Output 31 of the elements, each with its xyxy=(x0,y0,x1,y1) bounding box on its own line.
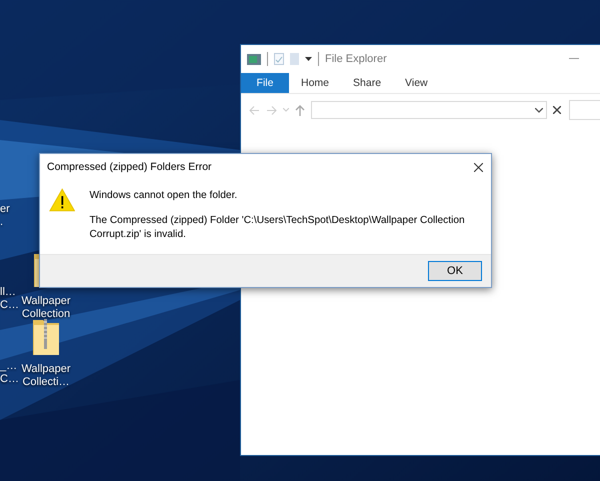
close-icon[interactable] xyxy=(553,106,561,114)
back-arrow-icon[interactable] xyxy=(249,106,260,114)
ribbon-tab[interactable]: File xyxy=(241,73,289,93)
search-field[interactable] xyxy=(569,100,600,120)
icon-label[interactable]: C… xyxy=(0,299,19,312)
icon-label[interactable]: er xyxy=(0,203,10,216)
error-detail: The Compressed (zipped) Folder 'C:\Users\TechSpot\Desktop\Wallpaper Collection Corrupt.zip' is invalid. xyxy=(89,214,466,242)
icon-label[interactable]: C… xyxy=(0,373,19,386)
icon-label[interactable]: Collection xyxy=(22,308,70,321)
window-title: File Explorer xyxy=(325,53,387,65)
error-message: Windows cannot open the folder. xyxy=(89,189,238,203)
zip-folder-icon xyxy=(32,318,60,356)
window-icon xyxy=(247,54,261,64)
icon-label[interactable]: _… xyxy=(0,360,18,373)
icon-label[interactable]: ll… xyxy=(0,286,16,299)
dropdown-icon[interactable] xyxy=(305,56,312,62)
icon-label[interactable]: Wallpaper xyxy=(21,295,71,308)
ribbon-tab[interactable]: Home xyxy=(289,73,342,93)
ok-button[interactable]: OK xyxy=(428,261,482,281)
ribbon-tab[interactable]: View xyxy=(393,73,440,93)
minimize-icon[interactable] xyxy=(569,58,579,60)
icon-label[interactable]: Collecti… xyxy=(22,376,70,389)
dialog-title: Compressed (zipped) Folders Error xyxy=(47,161,212,173)
up-arrow-icon[interactable] xyxy=(295,104,305,116)
warning-icon xyxy=(49,188,76,212)
close-icon[interactable] xyxy=(474,162,483,172)
properties-icon[interactable] xyxy=(274,53,284,65)
icon-label[interactable]: Wallpaper xyxy=(21,363,71,376)
chevron-down-icon[interactable] xyxy=(535,108,543,112)
ribbon-tab[interactable]: Share xyxy=(341,73,394,93)
forward-arrow-icon[interactable] xyxy=(266,106,277,114)
